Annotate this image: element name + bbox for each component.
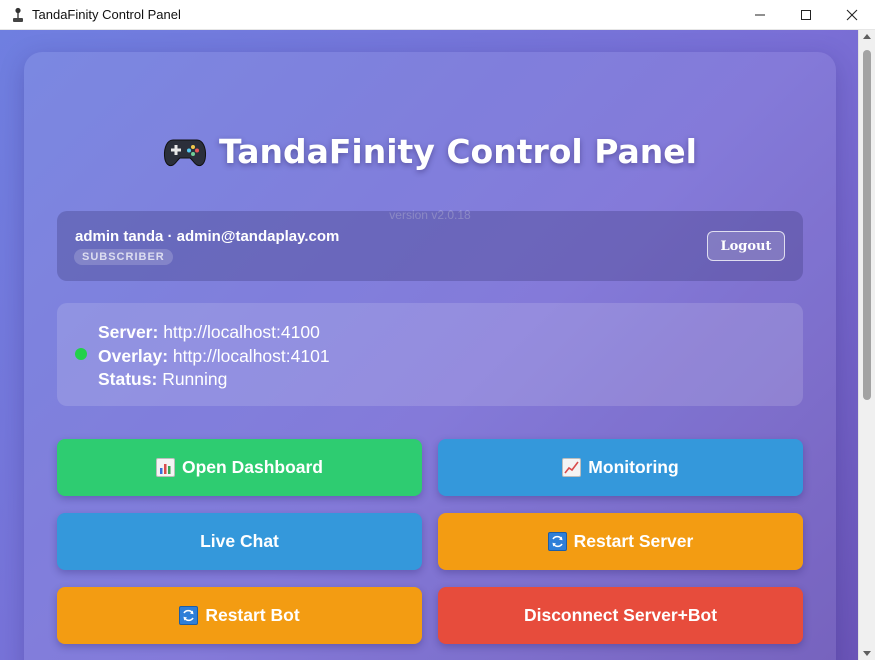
window-titlebar: TandaFinity Control Panel: [0, 0, 875, 30]
server-url: http://localhost:4100: [163, 322, 320, 342]
scroll-thumb[interactable]: [863, 50, 871, 400]
maximize-icon: [801, 10, 811, 20]
overlay-line: Overlay: http://localhost:4101: [98, 345, 330, 366]
open-dashboard-button[interactable]: Open Dashboard: [57, 439, 422, 496]
minimize-button[interactable]: [737, 0, 783, 30]
vertical-scrollbar[interactable]: [858, 30, 875, 660]
monitoring-label: Monitoring: [588, 457, 679, 477]
joystick-icon: [10, 7, 26, 23]
user-info-box: admin tanda · admin@tandaplay.com SUBSCR…: [57, 211, 803, 281]
status-value: Running: [162, 369, 228, 389]
server-line: Server: http://localhost:4100: [98, 322, 320, 342]
page-title: TandaFinity Control Panel: [218, 132, 697, 171]
content-viewport: TandaFinity Control Panel version v2.0.1…: [0, 30, 858, 660]
overlay-url: http://localhost:4101: [172, 345, 330, 366]
role-badge: SUBSCRIBER: [74, 249, 173, 265]
bar-chart-icon: [156, 458, 175, 477]
gamepad-icon: [163, 136, 207, 168]
disconnect-button[interactable]: Disconnect Server+Bot: [438, 587, 803, 644]
server-status-box: Server: http://localhost:4100 Overlay: h…: [57, 303, 803, 406]
line-chart-icon: [562, 458, 582, 477]
refresh-icon: [547, 532, 567, 551]
scroll-down-arrow-icon[interactable]: [863, 651, 871, 656]
control-panel-card: TandaFinity Control Panel version v2.0.1…: [24, 52, 836, 660]
live-chat-label: Live Chat: [200, 531, 279, 551]
status-lines: Server: http://localhost:4100 Overlay: h…: [98, 321, 330, 392]
restart-server-button[interactable]: Restart Server: [438, 513, 803, 570]
status-indicator-dot: [75, 348, 87, 360]
page-heading: TandaFinity Control Panel: [24, 132, 836, 171]
live-chat-button[interactable]: Live Chat: [57, 513, 422, 570]
scroll-up-arrow-icon[interactable]: [863, 34, 871, 39]
restart-server-label: Restart Server: [573, 531, 694, 551]
user-identity: admin tanda · admin@tandaplay.com: [75, 228, 340, 245]
open-dashboard-label: Open Dashboard: [182, 457, 323, 477]
window-title: TandaFinity Control Panel: [32, 7, 181, 22]
maximize-button[interactable]: [783, 0, 829, 30]
minimize-icon: [755, 14, 765, 16]
disconnect-label: Disconnect Server+Bot: [523, 605, 718, 625]
restart-bot-button[interactable]: Restart Bot: [57, 587, 422, 644]
status-line: Status: Running: [98, 369, 228, 389]
logout-button[interactable]: Logout: [707, 231, 785, 261]
close-button[interactable]: [829, 0, 875, 30]
refresh-icon: [179, 606, 199, 625]
window-controls: [737, 0, 875, 30]
restart-bot-label: Restart Bot: [205, 605, 300, 625]
close-icon: [846, 9, 858, 21]
monitoring-button[interactable]: Monitoring: [438, 439, 803, 496]
